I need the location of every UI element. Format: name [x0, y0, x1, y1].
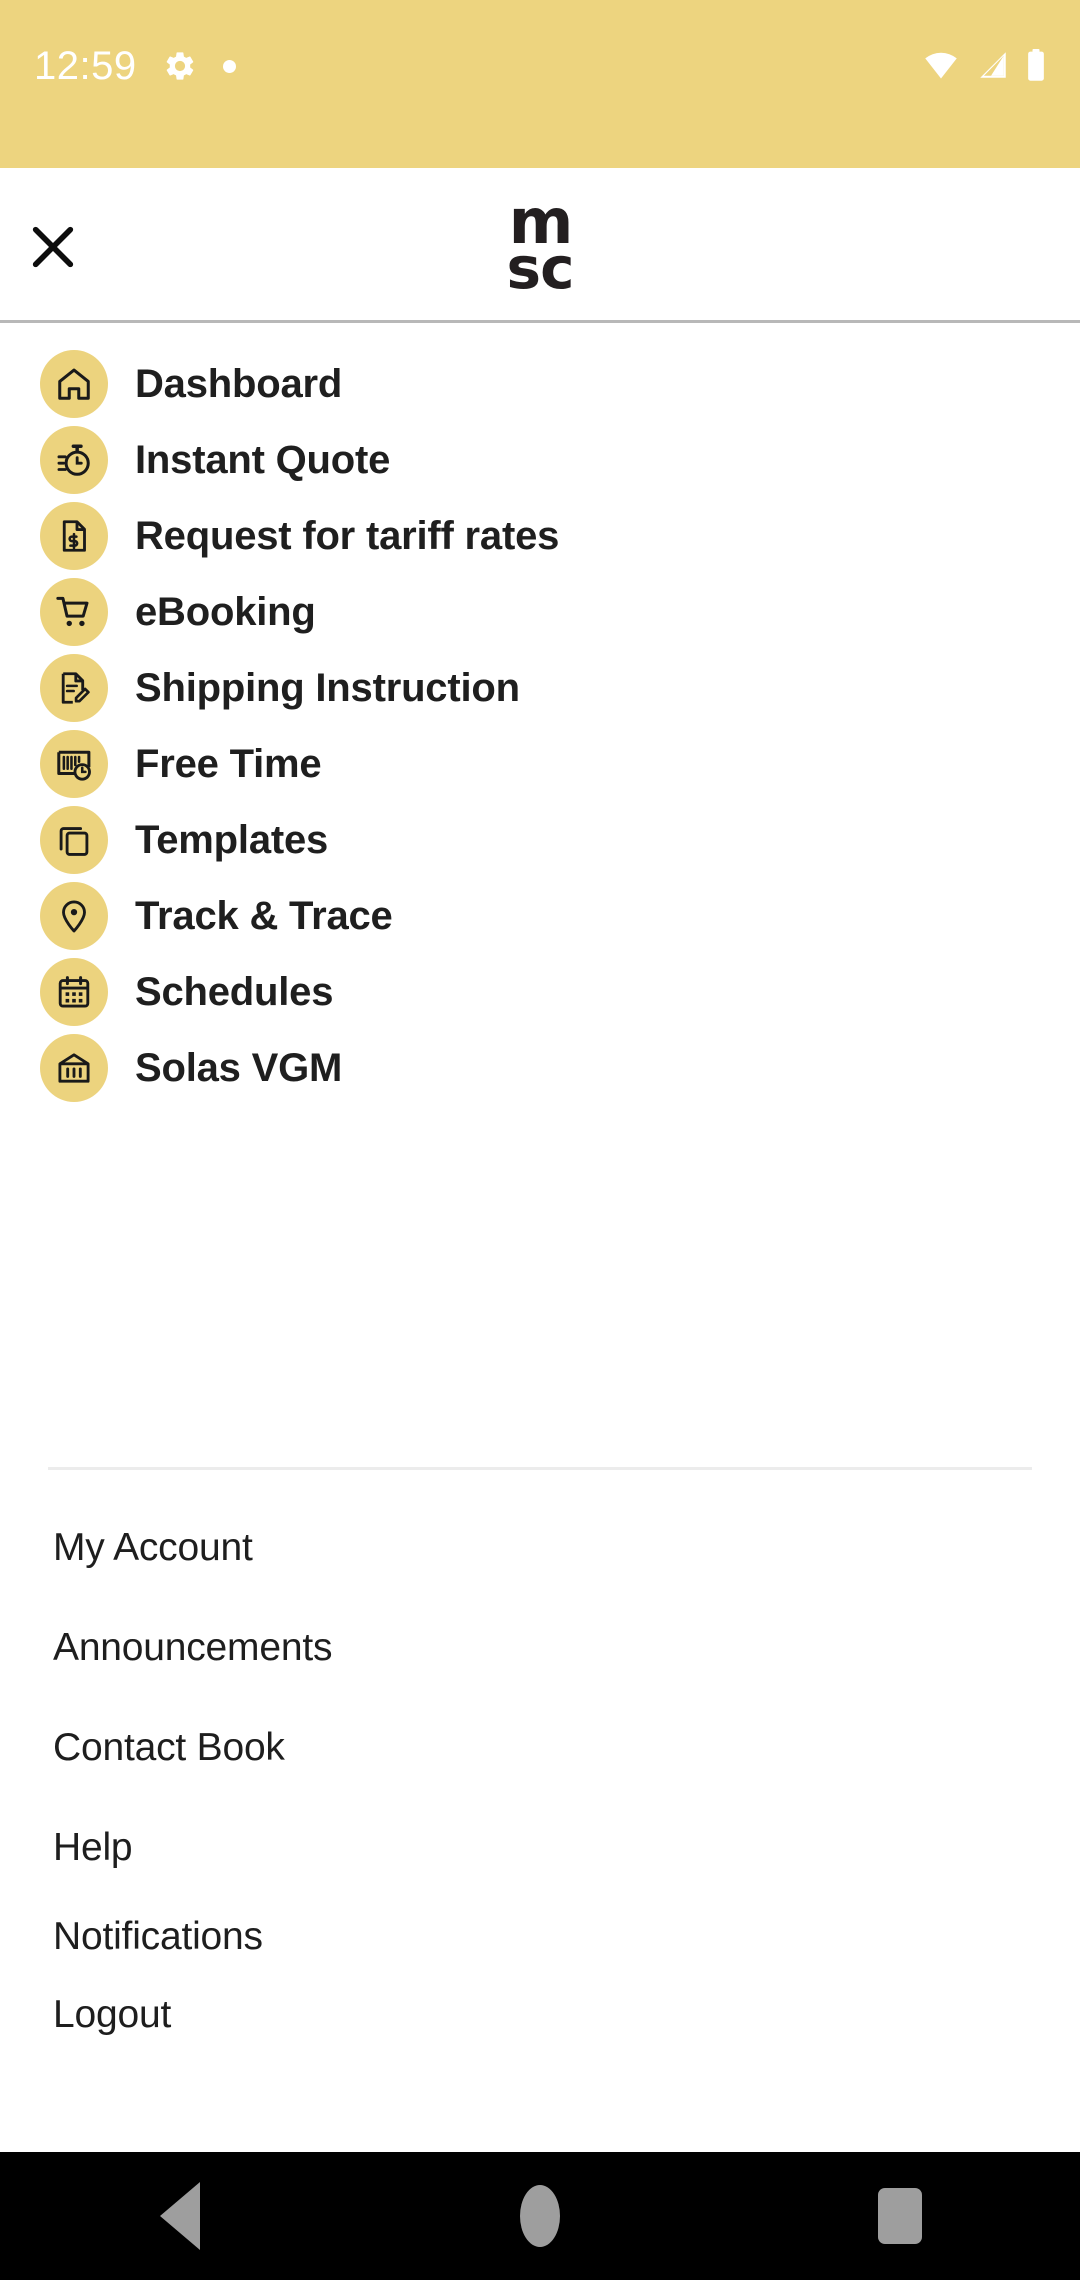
menu-item-label: Notifications [53, 1915, 263, 1958]
menu-item-label: Contact Book [53, 1726, 285, 1769]
primary-menu: Dashboard Instant Quote Request for tari… [0, 323, 1080, 1106]
location-pin-icon-circle [40, 882, 108, 950]
close-icon [32, 226, 74, 268]
stopwatch-icon [57, 444, 90, 476]
menu-item-schedules[interactable]: Schedules [0, 954, 1080, 1030]
calendar-icon-circle [40, 958, 108, 1026]
calendar-icon [58, 976, 90, 1008]
menu-item-label: Announcements [53, 1626, 333, 1669]
document-edit-icon [61, 672, 90, 704]
menu-item-label: Schedules [135, 969, 334, 1014]
menu-item-dashboard[interactable]: Dashboard [0, 346, 1080, 422]
close-button[interactable] [18, 212, 88, 282]
wifi-icon [925, 52, 957, 79]
home-icon [58, 368, 90, 400]
menu-item-label: Templates [135, 817, 329, 862]
menu-item-label: Solas VGM [135, 1045, 343, 1090]
cellular-signal-icon [980, 52, 1006, 78]
shopping-cart-icon-circle [40, 578, 108, 646]
document-edit-icon-circle [40, 654, 108, 722]
stopwatch-icon-circle [40, 426, 108, 494]
home-circle-icon [520, 2185, 560, 2247]
gear-icon [166, 52, 193, 80]
menu-item-request-tariff-rates[interactable]: Request for tariff rates [0, 498, 1080, 574]
document-dollar-icon-circle [40, 502, 108, 570]
status-bar-clock: 12:59 [34, 44, 137, 88]
msc-logo-bottom: sc [506, 234, 575, 303]
menu-item-label: Track & Trace [135, 893, 393, 938]
menu-item-label: Logout [53, 1993, 172, 2036]
msc-logo: m sc [506, 190, 575, 303]
menu-item-label: Dashboard [135, 361, 343, 406]
menu-item-shipping-instruction[interactable]: Shipping Instruction [0, 650, 1080, 726]
menu-item-label: eBooking [135, 589, 316, 634]
menu-item-label: Request for tariff rates [135, 513, 560, 558]
back-triangle-icon [160, 2182, 200, 2250]
menu-item-templates[interactable]: Templates [0, 802, 1080, 878]
android-navigation-bar [0, 2152, 1080, 2280]
menu-item-track-and-trace[interactable]: Track & Trace [0, 878, 1080, 954]
menu-item-label: Free Time [135, 741, 322, 786]
menu-item-instant-quote[interactable]: Instant Quote [0, 422, 1080, 498]
barcode-clock-icon-circle [40, 730, 108, 798]
status-bar: 12:59 [0, 0, 1080, 168]
recents-button[interactable] [810, 2152, 990, 2280]
container-weight-icon-circle [40, 1034, 108, 1102]
back-button[interactable] [90, 2152, 270, 2280]
menu-item-ebooking[interactable]: eBooking [0, 574, 1080, 650]
menu-item-logout[interactable]: Logout [0, 1976, 1080, 2054]
menu-item-notifications[interactable]: Notifications [0, 1898, 1080, 1976]
recents-square-icon [878, 2188, 922, 2244]
document-dollar-icon [62, 520, 86, 552]
app-header: m sc [0, 168, 1080, 323]
home-button[interactable] [450, 2152, 630, 2280]
copy-icon-circle [40, 806, 108, 874]
copy-icon [59, 827, 89, 856]
menu-item-label: Shipping Instruction [135, 665, 520, 710]
menu-item-help[interactable]: Help [0, 1798, 1080, 1898]
app-root: 12:59 m sc Dashboard Instant Quote Reque… [0, 0, 1080, 2280]
battery-icon [1028, 49, 1044, 81]
menu-item-solas-vgm[interactable]: Solas VGM [0, 1030, 1080, 1106]
status-bar-right [922, 46, 1046, 81]
location-pin-icon [62, 900, 86, 933]
shopping-cart-icon [56, 596, 89, 627]
container-weight-icon [58, 1053, 90, 1083]
menu-item-label: Help [53, 1826, 133, 1869]
menu-item-label: My Account [53, 1526, 253, 1569]
menu-item-contact-book[interactable]: Contact Book [0, 1698, 1080, 1798]
dot-indicator [222, 59, 236, 73]
status-bar-left: 12:59 [34, 46, 236, 86]
menu-divider [48, 1467, 1032, 1470]
menu-item-free-time[interactable]: Free Time [0, 726, 1080, 802]
menu-item-label: Instant Quote [135, 437, 391, 482]
home-icon-circle [40, 350, 108, 418]
secondary-menu: My Account Announcements Contact Book He… [0, 1498, 1080, 2054]
barcode-clock-icon [57, 750, 91, 781]
menu-item-announcements[interactable]: Announcements [0, 1598, 1080, 1698]
menu-item-my-account[interactable]: My Account [0, 1498, 1080, 1598]
